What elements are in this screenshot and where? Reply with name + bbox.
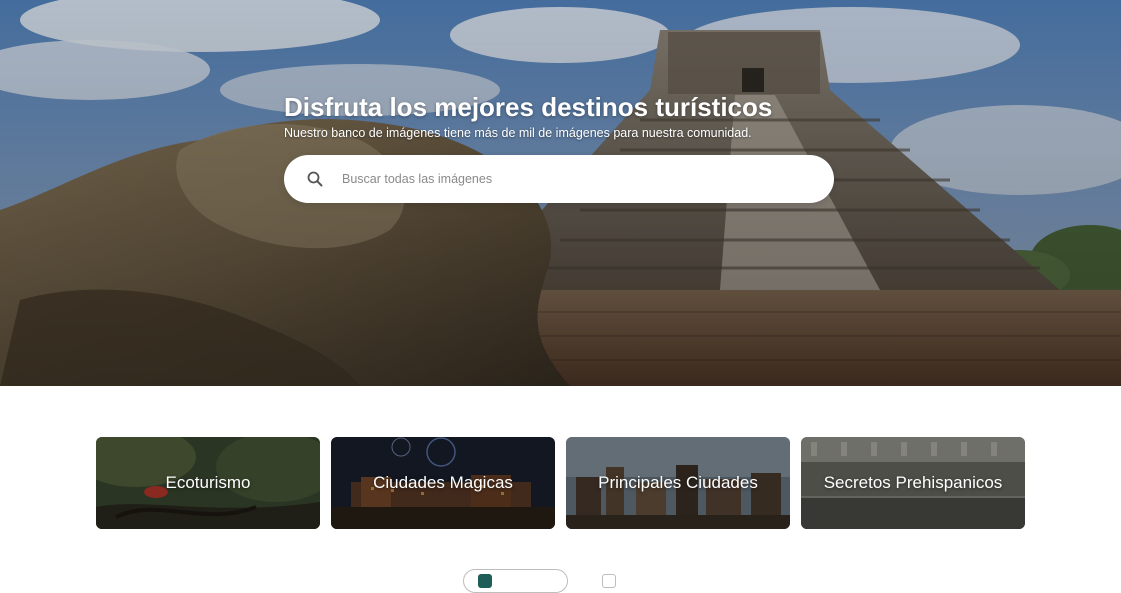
- toggle-option-active[interactable]: [463, 569, 568, 593]
- view-toggle: [463, 569, 630, 593]
- category-card-secretos-prehispanicos[interactable]: Secretos Prehispanicos: [801, 437, 1025, 529]
- active-toggle-icon: [478, 574, 492, 588]
- toggle-option-inactive[interactable]: [588, 569, 630, 593]
- category-label: Ecoturismo: [165, 473, 251, 492]
- hero-subtitle: Nuestro banco de imágenes tiene más de m…: [284, 126, 752, 140]
- hero-title: Disfruta los mejores destinos turísticos: [284, 92, 773, 122]
- category-card-ecoturismo[interactable]: Ecoturismo: [96, 437, 320, 529]
- category-label: Secretos Prehispanicos: [823, 473, 1003, 492]
- search-icon[interactable]: [306, 170, 324, 188]
- search-bar[interactable]: [284, 155, 834, 203]
- hero-content: Disfruta los mejores destinos turísticos…: [284, 91, 834, 203]
- hero-banner: Disfruta los mejores destinos turísticos…: [0, 0, 1121, 386]
- category-card-ciudades-magicas[interactable]: Ciudades Magicas: [331, 437, 555, 529]
- inactive-toggle-icon: [602, 574, 616, 588]
- category-label: Ciudades Magicas: [373, 473, 513, 492]
- category-label: Principales Ciudades: [598, 473, 758, 492]
- category-list: Ecoturismo Ciudades Magicas Principales …: [96, 437, 1025, 529]
- category-card-principales-ciudades[interactable]: Principales Ciudades: [566, 437, 790, 529]
- search-input[interactable]: [340, 171, 780, 187]
